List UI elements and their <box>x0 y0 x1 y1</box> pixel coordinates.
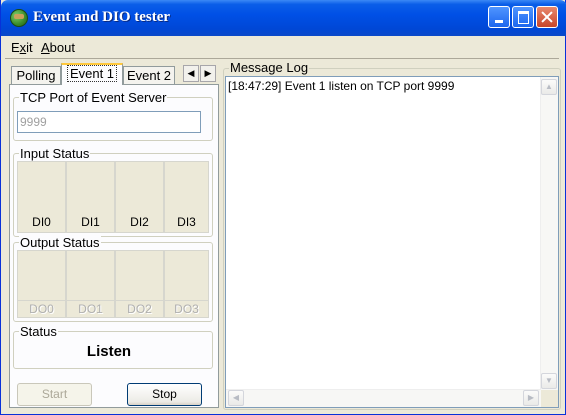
status-label: Status <box>19 324 58 339</box>
di1-label: DI1 <box>81 215 100 229</box>
do2-button[interactable]: DO2 <box>115 250 164 318</box>
scroll-up-icon[interactable]: ▲ <box>541 79 557 95</box>
tab-event-1-label: Event 1 <box>66 65 118 82</box>
di0-label: DI0 <box>32 215 51 229</box>
scroll-down-icon[interactable]: ▼ <box>541 373 557 389</box>
scroll-corner <box>541 390 558 407</box>
di2-indicator: DI2 <box>115 161 164 233</box>
di3-label: DI3 <box>177 215 196 229</box>
do0-button[interactable]: DO0 <box>17 250 66 318</box>
di2-label: DI2 <box>130 215 149 229</box>
title-bar[interactable]: Event and DIO tester <box>1 0 566 36</box>
menu-exit[interactable]: Exit <box>11 40 33 55</box>
tab-polling[interactable]: Polling <box>11 66 61 84</box>
do1-label: DO1 <box>67 300 114 317</box>
tab-scroll-right-button[interactable]: ▶ <box>200 65 216 82</box>
do0-label: DO0 <box>18 300 65 317</box>
output-status-label: Output Status <box>19 235 101 250</box>
menu-separator <box>5 58 559 59</box>
di1-indicator: DI1 <box>66 161 115 233</box>
main-window: Event and DIO tester Exit About Polling … <box>0 0 566 415</box>
di3-indicator: DI3 <box>164 161 209 233</box>
status-value: Listen <box>86 343 132 360</box>
message-log-textarea[interactable]: [18:47:29] Event 1 listen on TCP port 99… <box>225 76 559 408</box>
message-log-label: Message Log <box>229 60 310 75</box>
do1-button[interactable]: DO1 <box>66 250 115 318</box>
do2-label: DO2 <box>116 300 163 317</box>
log-horizontal-scrollbar[interactable]: ◀ ▶ <box>226 389 541 407</box>
tab-polling-label: Polling <box>16 68 56 83</box>
do3-label: DO3 <box>165 300 208 317</box>
di0-indicator: DI0 <box>17 161 66 233</box>
maximize-button[interactable] <box>512 6 534 28</box>
do3-button[interactable]: DO3 <box>164 250 209 318</box>
stop-button[interactable]: Stop <box>127 383 202 406</box>
app-icon <box>10 9 28 27</box>
minimize-button[interactable] <box>488 6 510 28</box>
log-vertical-scrollbar[interactable]: ▲ ▼ <box>540 77 558 391</box>
start-button[interactable]: Start <box>17 383 92 406</box>
scroll-left-icon[interactable]: ◀ <box>228 390 244 406</box>
log-line: [18:47:29] Event 1 listen on TCP port 99… <box>228 79 455 93</box>
input-status-label: Input Status <box>19 146 91 161</box>
tab-event-2-label: Event 2 <box>126 68 172 83</box>
tcp-port-label: TCP Port of Event Server <box>19 90 168 105</box>
tab-event-2[interactable]: Event 2 <box>123 66 175 84</box>
menu-about[interactable]: About <box>41 40 75 55</box>
close-button[interactable] <box>536 6 558 28</box>
tcp-port-input[interactable]: 9999 <box>17 111 201 133</box>
window-title: Event and DIO tester <box>33 9 171 25</box>
scroll-right-icon[interactable]: ▶ <box>523 390 539 406</box>
tab-event-1[interactable]: Event 1 <box>61 63 123 85</box>
tab-scroll-left-button[interactable]: ◀ <box>183 65 199 82</box>
